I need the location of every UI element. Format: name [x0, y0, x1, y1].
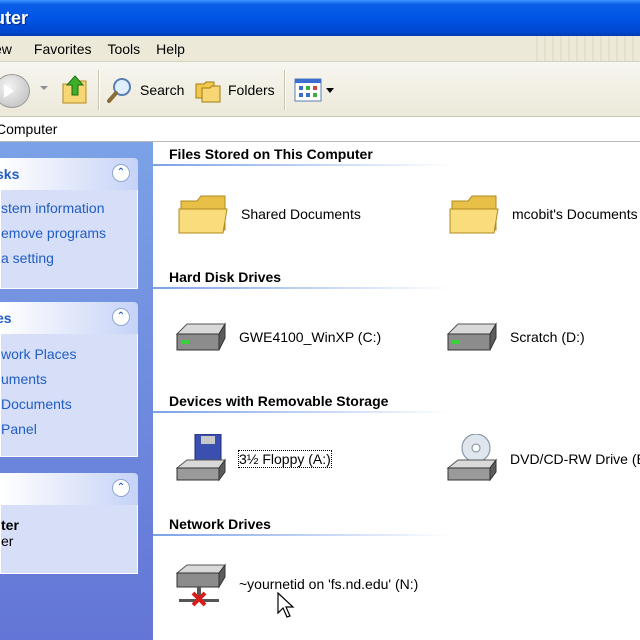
other-places-body: work Places uments Documents Panel [0, 334, 138, 457]
menu-tools[interactable]: Tools [99, 41, 148, 57]
floppy-drive-icon [175, 434, 226, 482]
folder-icon [178, 195, 228, 234]
menu-view[interactable]: ew [0, 41, 20, 57]
menu-bar: ew Favorites Tools Help [0, 36, 640, 62]
other-places-panel: es ⌃ work Places uments Documents Panel [0, 302, 138, 457]
details-header[interactable]: ⌃ [0, 473, 138, 505]
address-bar[interactable]: Computer [0, 117, 640, 142]
folders-label: Folders [228, 82, 275, 98]
system-tasks-header[interactable]: sks ⌃ [0, 158, 138, 190]
shared-documents-link[interactable]: Documents [1, 392, 137, 417]
details-body: ter er [0, 505, 138, 574]
system-tasks-panel: sks ⌃ stem information emove programs a … [0, 158, 138, 289]
dvd-drive-item[interactable]: DVD/CD-RW Drive (E: [444, 431, 640, 487]
folders-icon [195, 81, 221, 103]
drive-d-item[interactable]: Scratch (D:) [444, 309, 585, 365]
collapse-icon[interactable]: ⌃ [112, 308, 130, 326]
item-label: Shared Documents [241, 206, 361, 222]
other-places-title: es [0, 310, 12, 326]
change-a-setting-link[interactable]: a setting [1, 246, 137, 271]
drive-c-item[interactable]: GWE4100_WinXP (C:) [173, 309, 381, 365]
item-label: mcobit's Documents [512, 206, 638, 222]
toolbar: Search Folders [0, 62, 640, 117]
chevron-down-icon [326, 88, 334, 93]
section-divider [153, 287, 451, 289]
section-divider [153, 164, 451, 166]
views-icon [294, 78, 322, 102]
details-title: ter [1, 517, 19, 533]
views-button[interactable] [294, 76, 335, 104]
forward-arrow-icon[interactable] [0, 74, 30, 108]
section-header-removable: Devices with Removable Storage [169, 393, 389, 409]
other-places-header[interactable]: es ⌃ [0, 302, 138, 334]
content-pane: Files Stored on This Computer Shared Doc… [153, 142, 640, 640]
toolbar-separator [284, 70, 286, 110]
details-panel: ⌃ ter er [0, 473, 138, 574]
folders-button[interactable]: Folders [194, 76, 275, 104]
item-label: ~yournetid on 'fs.nd.edu' (N:) [239, 576, 419, 592]
up-folder-icon[interactable] [60, 72, 90, 106]
title-bar[interactable]: uter [0, 0, 640, 36]
section-header-files: Files Stored on This Computer [169, 146, 373, 162]
section-divider [153, 411, 451, 413]
mouse-cursor-icon [277, 592, 295, 618]
floppy-drive-item[interactable]: 3½ Floppy (A:) [173, 431, 332, 487]
view-system-information-link[interactable]: stem information [1, 196, 137, 221]
network-drive-n-item[interactable]: ~yournetid on 'fs.nd.edu' (N:) [173, 556, 418, 612]
item-label: GWE4100_WinXP (C:) [239, 329, 382, 345]
search-icon [107, 78, 131, 103]
disconnected-network-drive-icon [175, 563, 226, 607]
hard-drive-icon [175, 322, 226, 351]
toolbar-separator [98, 70, 100, 110]
my-network-places-link[interactable]: work Places [1, 342, 137, 367]
item-label: 3½ Floppy (A:) [238, 450, 332, 468]
window-title: uter [0, 7, 29, 28]
item-label: Scratch (D:) [510, 329, 585, 345]
collapse-icon[interactable]: ⌃ [112, 479, 130, 497]
task-pane: sks ⌃ stem information emove programs a … [0, 142, 153, 640]
user-documents-item[interactable]: mcobit's Documents [446, 186, 638, 242]
address-field[interactable]: Computer [0, 121, 57, 137]
folder-icon [449, 195, 499, 234]
search-label: Search [140, 82, 185, 98]
forward-dropdown-icon[interactable] [40, 86, 48, 90]
section-header-hard-disks: Hard Disk Drives [169, 269, 282, 285]
section-header-network: Network Drives [169, 516, 271, 532]
section-divider [153, 534, 451, 536]
item-label: DVD/CD-RW Drive (E: [510, 451, 640, 467]
shared-documents-item[interactable]: Shared Documents [175, 186, 361, 242]
hard-drive-icon [446, 322, 497, 351]
add-remove-programs-link[interactable]: emove programs [1, 221, 137, 246]
system-tasks-body: stem information emove programs a settin… [0, 190, 138, 289]
windows-logo-area [530, 36, 640, 61]
collapse-icon[interactable]: ⌃ [112, 164, 130, 182]
details-subtitle: er [1, 533, 14, 549]
menu-favorites[interactable]: Favorites [26, 41, 100, 57]
cd-drive-icon [446, 434, 497, 482]
system-tasks-title: sks [0, 166, 20, 182]
search-button[interactable]: Search [106, 76, 184, 104]
control-panel-link[interactable]: Panel [1, 417, 137, 442]
my-documents-link[interactable]: uments [1, 367, 137, 392]
menu-help[interactable]: Help [148, 41, 193, 57]
